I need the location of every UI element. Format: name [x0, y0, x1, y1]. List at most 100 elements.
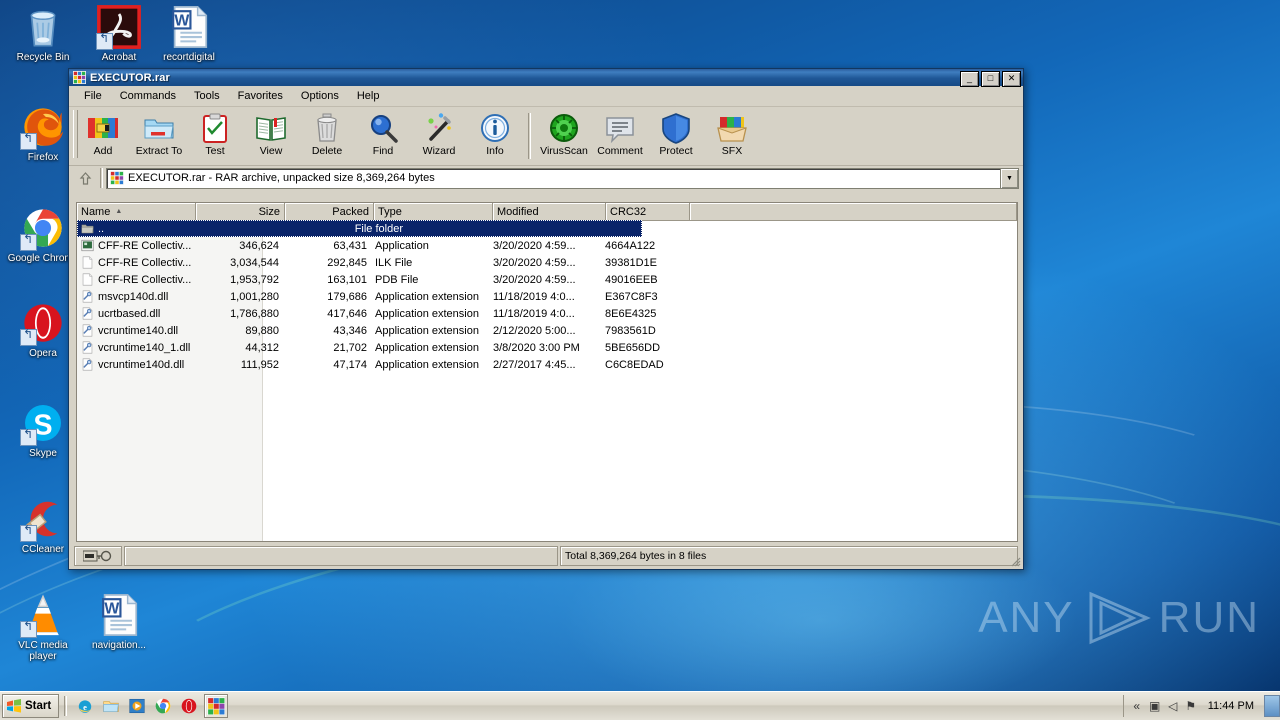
cell-text: CFF-RE Collectiv...	[98, 256, 192, 269]
table-row[interactable]: CFF-RE Collectiv... 1,953,792 163,101 PDB F…	[77, 271, 1017, 288]
menu-item-commands[interactable]: Commands	[111, 88, 185, 104]
menu-item-tools[interactable]: Tools	[185, 88, 229, 104]
desktop-icon-label: VLC media player	[18, 640, 68, 662]
toolbar-button-delete[interactable]: Delete	[299, 111, 355, 157]
file-list[interactable]: Name ▲ Size Packed Type Modified CRC32 .. File …	[76, 202, 1018, 542]
archive-path-dropdown-button[interactable]: ▼	[1000, 167, 1019, 189]
quick-launch-bar[interactable]: e	[72, 694, 230, 718]
toolbar-button-add[interactable]: Add	[75, 111, 131, 157]
taskbar-winrar-icon[interactable]	[204, 694, 229, 718]
taskbar-internet-explorer-icon[interactable]: e	[74, 695, 96, 717]
cell-text: 3/20/2020 4:59...	[493, 239, 576, 252]
tray-network-icon[interactable]: ▣	[1146, 697, 1164, 715]
up-one-level-button[interactable]	[73, 167, 97, 189]
cell-text: Application extension	[375, 324, 479, 337]
cell-modified: 2/12/2020 5:00...	[489, 325, 601, 337]
cell-name: vcruntime140_1.dll	[77, 341, 195, 354]
cell-type: Application extension	[371, 359, 489, 371]
start-button[interactable]: Start	[2, 694, 60, 718]
table-row[interactable]: vcruntime140_1.dll 44,312 21,702 Applicatio…	[77, 339, 1017, 356]
menu-item-file[interactable]: File	[75, 88, 111, 104]
toolbar-button-comment[interactable]: Comment	[592, 111, 648, 157]
toolbar-button-virusscan[interactable]: VirusScan	[536, 111, 592, 157]
cell-size: 1,786,880	[195, 308, 283, 320]
cell-text: 44,312	[245, 341, 279, 354]
table-row[interactable]: vcruntime140d.dll 111,952 47,174 Applicatio…	[77, 356, 1017, 373]
menu-item-help[interactable]: Help	[348, 88, 389, 104]
desktop-icon-recycle-bin[interactable]: Recycle Bin	[6, 4, 80, 63]
toolbar-button-view[interactable]: View	[243, 111, 299, 157]
column-header-modified[interactable]: Modified	[493, 203, 606, 220]
table-row[interactable]: ucrtbased.dll 1,786,880 417,646 Application…	[77, 305, 1017, 322]
menu-item-options[interactable]: Options	[292, 88, 348, 104]
column-header-size[interactable]: Size	[196, 203, 285, 220]
tray-flag-action-center-icon[interactable]: ⚑	[1182, 697, 1200, 715]
taskbar[interactable]: Start e «▣ ◁ ⚑ 11:44 PM	[0, 691, 1280, 720]
column-header-crc32[interactable]: CRC32	[606, 203, 690, 220]
column-header-name[interactable]: Name ▲	[77, 203, 196, 220]
dll-gear-icon	[81, 307, 94, 320]
table-row[interactable]: .. File folder	[77, 220, 642, 237]
toolbar-button-extract-to[interactable]: Extract To	[131, 111, 187, 157]
taskbar-explorer-folder-icon[interactable]	[100, 695, 122, 717]
cell-packed: 292,845	[283, 257, 371, 269]
firefox-icon	[20, 104, 66, 150]
cell-modified: 3/8/2020 3:00 PM	[489, 342, 601, 354]
column-header-row[interactable]: Name ▲ Size Packed Type Modified CRC32	[77, 203, 1017, 221]
cell-text: Application extension	[375, 290, 479, 303]
menu-item-favorites[interactable]: Favorites	[229, 88, 292, 104]
desktop-icon-vlc-media-player[interactable]: VLC media player	[6, 592, 80, 662]
resize-grip-icon[interactable]	[1009, 555, 1021, 567]
taskbar-chrome-icon[interactable]	[152, 695, 174, 717]
status-archive-icon-panel[interactable]	[74, 546, 122, 566]
close-button[interactable]: ✕	[1002, 71, 1021, 87]
toolbar-button-info[interactable]: Info	[467, 111, 523, 157]
tray-volume-icon[interactable]: ◁	[1164, 697, 1182, 715]
archive-path-field[interactable]: EXECUTOR.rar - RAR archive, unpacked siz…	[106, 167, 1001, 189]
address-bar[interactable]: EXECUTOR.rar - RAR archive, unpacked siz…	[69, 166, 1023, 190]
menu-bar[interactable]: File Commands Tools Favorites Options Help	[69, 86, 1023, 107]
column-header-filler	[690, 203, 1017, 220]
toolbar-button-sfx[interactable]: SFX	[704, 111, 760, 157]
tray-show-hidden-icons-chevron[interactable]: «	[1128, 697, 1146, 715]
cell-modified: 3/20/2020 4:59...	[489, 240, 601, 252]
toolbar-button-label: Add	[93, 145, 113, 157]
system-tray[interactable]: «▣ ◁ ⚑ 11:44 PM	[1122, 695, 1264, 717]
taskbar-clock[interactable]: 11:44 PM	[1208, 700, 1254, 712]
toolbar[interactable]: Add Extract To Test View Delete Find Wizard Inf…	[69, 107, 1023, 166]
desktop-icon-recortdigital[interactable]: Wrecortdigital	[152, 4, 226, 63]
column-header-label: CRC32	[610, 205, 647, 218]
taskbar-media-player-icon[interactable]	[126, 695, 148, 717]
toolbar-button-test[interactable]: Test	[187, 111, 243, 157]
minimize-button[interactable]: _	[960, 71, 979, 87]
cell-text: vcruntime140d.dll	[98, 358, 185, 371]
table-row[interactable]: CFF-RE Collectiv... 346,624 63,431 Applicat…	[77, 237, 1017, 254]
table-row[interactable]: CFF-RE Collectiv... 3,034,544 292,845 ILK F…	[77, 254, 1017, 271]
window-controls[interactable]: _ □ ✕	[960, 71, 1021, 87]
toolbar-button-wizard[interactable]: Wizard	[411, 111, 467, 157]
toolbar-button-find[interactable]: Find	[355, 111, 411, 157]
desktop-icon-navigation[interactable]: Wnavigation...	[82, 592, 156, 651]
toolbar-button-protect[interactable]: Protect	[648, 111, 704, 157]
cell-packed: 417,646	[283, 308, 371, 320]
column-header-packed[interactable]: Packed	[285, 203, 374, 220]
table-row[interactable]: vcruntime140.dll 89,880 43,346 Application …	[77, 322, 1017, 339]
column-header-type[interactable]: Type	[374, 203, 493, 220]
column-header-label: Type	[378, 205, 402, 218]
toolbar-button-label: Info	[486, 145, 504, 157]
window-titlebar[interactable]: EXECUTOR.rar _ □ ✕	[69, 69, 1023, 87]
cell-type: File folder	[351, 223, 461, 235]
maximize-button[interactable]: □	[981, 71, 1000, 87]
acrobat-icon	[96, 4, 142, 50]
desktop-icon-acrobat[interactable]: Acrobat	[82, 4, 156, 63]
cell-modified: 11/18/2019 4:0...	[489, 291, 601, 303]
show-desktop-button[interactable]	[1264, 695, 1280, 717]
table-row[interactable]: msvcp140d.dll 1,001,280 179,686 Application…	[77, 288, 1017, 305]
taskbar-opera-icon[interactable]	[178, 695, 200, 717]
cell-text: 417,646	[327, 307, 367, 320]
delete-trash-icon	[311, 112, 343, 144]
dll-gear-icon	[82, 341, 93, 354]
recycle-bin-icon	[30, 11, 56, 47]
cell-name: vcruntime140d.dll	[77, 358, 195, 371]
winrar-window[interactable]: EXECUTOR.rar _ □ ✕ File Commands Tools Favo…	[68, 68, 1024, 570]
